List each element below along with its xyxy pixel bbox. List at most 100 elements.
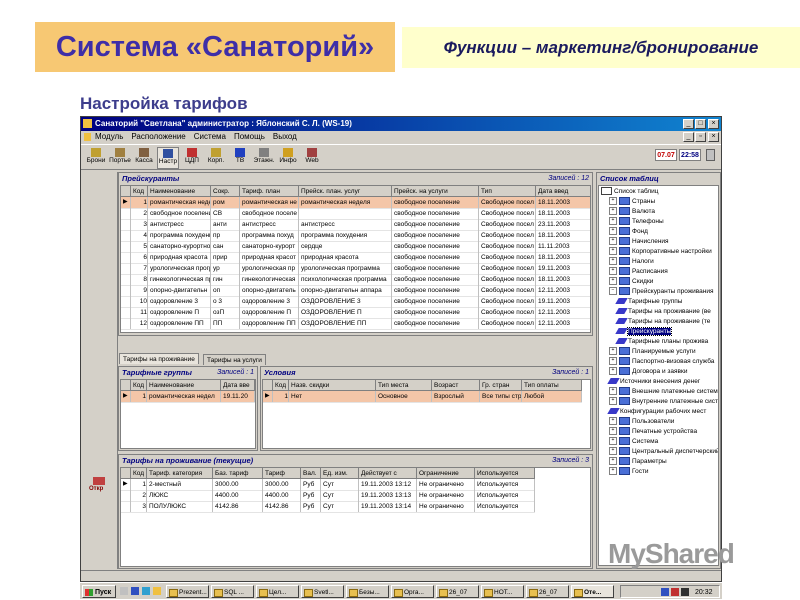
task-button-3[interactable]: Svetl... <box>301 585 344 598</box>
task-button-4[interactable]: Безы... <box>346 585 389 598</box>
expand-icon[interactable]: + <box>609 257 617 266</box>
toolbar-button-8[interactable]: Инфо <box>277 147 299 169</box>
expand-icon[interactable]: + <box>609 417 617 426</box>
maximize-button[interactable]: □ <box>695 119 706 129</box>
expand-icon[interactable]: + <box>609 367 617 376</box>
menu-item-1[interactable]: Расположение <box>131 132 185 141</box>
current_tariffs-col-6[interactable]: Действует с <box>359 468 417 479</box>
conditions-col-5[interactable]: Тип оплаты <box>522 380 582 391</box>
tree-item[interactable]: + Внутренние платежные систем <box>609 397 718 407</box>
task-button-0[interactable]: Prezent... <box>166 585 209 598</box>
conditions-col-3[interactable]: Возраст <box>432 380 480 391</box>
task-button-7[interactable]: НОТ... <box>481 585 524 598</box>
tree-item[interactable]: Источники внесения денег <box>607 377 700 387</box>
toolbar-button-3[interactable]: Настр <box>157 147 179 169</box>
pricelists-col-0[interactable]: Код <box>131 186 148 197</box>
task-button-8[interactable]: 26_07 <box>526 585 569 598</box>
mdi-restore-button[interactable]: ▫ <box>695 132 706 142</box>
start-button[interactable]: Пуск <box>82 585 116 598</box>
tree-item[interactable]: + Центральный диспетчерский п <box>609 447 718 457</box>
pricelists-col-3[interactable]: Тариф. план <box>240 186 299 197</box>
expand-icon[interactable]: + <box>609 217 617 226</box>
table-row[interactable]: 3 ПОЛУЛЮКС 4142.86 4142.86 Руб Сут 19.11.2003 … <box>121 501 535 513</box>
toolbar-button-7[interactable]: Этажн. <box>253 147 275 169</box>
task-button-2[interactable]: Цел... <box>256 585 299 598</box>
tree-item[interactable]: Тарифные группы <box>615 297 682 307</box>
tree-item[interactable]: Тарифы на проживание (те <box>615 317 710 327</box>
current_tariffs-col-2[interactable]: Баз. тариф <box>213 468 263 479</box>
menu-item-2[interactable]: Система <box>194 132 226 141</box>
tray-icon-3[interactable] <box>681 588 689 596</box>
table-row[interactable]: ▶ 1 романтическая недел 19.11.20 <box>121 391 255 403</box>
toolbar-button-1[interactable]: Портье <box>109 147 131 169</box>
tariff_groups-col-2[interactable]: Дата вве <box>221 380 255 391</box>
tree-item[interactable]: + Фонд <box>609 227 648 237</box>
tree-item[interactable]: + Договора и заявки <box>609 367 687 377</box>
pricelists-col-2[interactable]: Сокр. <box>211 186 240 197</box>
tariff_groups-col-1[interactable]: Наименование <box>147 380 221 391</box>
pricelists-col-6[interactable]: Тип <box>479 186 536 197</box>
task-button-5[interactable]: Орга... <box>391 585 434 598</box>
expand-icon[interactable]: + <box>609 347 617 356</box>
expand-icon[interactable]: + <box>609 267 617 276</box>
expand-icon[interactable]: + <box>609 447 617 456</box>
tree-item[interactable]: + Валюта <box>609 207 655 217</box>
task-button-9[interactable]: Оте... <box>571 585 614 598</box>
current_tariffs-col-5[interactable]: Ед. изм. <box>321 468 359 479</box>
tree-item[interactable]: + Пользователи <box>609 417 674 427</box>
table-row[interactable]: 12 оздоровление ПП ПП оздоровление ПП ОЗДОРО… <box>121 318 590 330</box>
tree-item[interactable]: Прейскуранты <box>615 327 673 337</box>
task-button-6[interactable]: 26_07 <box>436 585 479 598</box>
table-row[interactable]: ▶ 1 Нет Основное Взрослый Все типы стр Любой <box>263 391 582 403</box>
pricelists-col-1[interactable]: Наименование <box>148 186 211 197</box>
expand-icon[interactable]: + <box>609 277 617 286</box>
task-button-1[interactable]: SQL ... <box>211 585 254 598</box>
expand-icon[interactable]: − <box>609 287 617 296</box>
close-button[interactable]: × <box>708 119 719 129</box>
tray-icon-1[interactable] <box>661 588 669 596</box>
calculator-icon[interactable] <box>706 149 715 161</box>
menu-item-0[interactable]: Модуль <box>95 132 123 141</box>
expand-icon[interactable]: + <box>609 207 617 216</box>
conditions-col-0[interactable]: Код <box>273 380 289 391</box>
expand-icon[interactable]: + <box>609 397 617 406</box>
tree-item[interactable]: + Страны <box>609 197 655 207</box>
tree-item[interactable]: + Скидки <box>609 277 653 287</box>
open-icon[interactable] <box>93 477 105 485</box>
tree-item[interactable]: Список таблиц <box>601 187 659 197</box>
tree-item[interactable]: + Внешние платежные системы <box>609 387 718 397</box>
toolbar-button-2[interactable]: Касса <box>133 147 155 169</box>
tree-item[interactable]: + Паспортно-визовая служба <box>609 357 714 367</box>
tree-item[interactable]: − Прейскуранты проживания <box>609 287 714 297</box>
toolbar-button-6[interactable]: ТВ <box>229 147 251 169</box>
tree-item[interactable]: + Корпоративные настройки <box>609 247 712 257</box>
tree-item[interactable]: + Налоги <box>609 257 654 267</box>
mdi-minimize-button[interactable]: _ <box>683 132 694 142</box>
tree-item[interactable]: + Расписания <box>609 267 668 277</box>
expand-icon[interactable]: + <box>609 237 617 246</box>
expand-icon[interactable]: + <box>609 247 617 256</box>
tree-item[interactable]: Тарифные планы прожива <box>615 337 708 347</box>
conditions-col-4[interactable]: Гр. стран <box>480 380 522 391</box>
current_tariffs-col-4[interactable]: Вал. <box>301 468 321 479</box>
tree-item[interactable]: + Телефоны <box>609 217 664 227</box>
tree-item[interactable]: + Параметры <box>609 457 667 467</box>
quicklaunch-icon-1[interactable] <box>131 587 139 595</box>
quicklaunch-icon-0[interactable] <box>120 587 128 595</box>
expand-icon[interactable]: + <box>609 357 617 366</box>
expand-icon[interactable]: + <box>609 457 617 466</box>
tree-item[interactable]: + Начисления <box>609 237 669 247</box>
quicklaunch-icon-3[interactable] <box>153 587 161 595</box>
tree-item[interactable]: + Гости <box>609 467 649 477</box>
pricelists-col-7[interactable]: Дата введ <box>536 186 590 197</box>
expand-icon[interactable]: + <box>609 197 617 206</box>
current_tariffs-col-8[interactable]: Используется <box>475 468 535 479</box>
expand-icon[interactable]: + <box>609 227 617 236</box>
expand-icon[interactable]: + <box>609 387 617 396</box>
conditions-col-2[interactable]: Тип места <box>376 380 432 391</box>
conditions-col-1[interactable]: Назв. скидки <box>289 380 376 391</box>
mdi-close-button[interactable]: × <box>708 132 719 142</box>
pricelists-col-5[interactable]: Прейск. на услуги <box>392 186 479 197</box>
expand-icon[interactable]: + <box>609 467 617 476</box>
pricelists-col-4[interactable]: Прейск. план. услуг <box>299 186 392 197</box>
